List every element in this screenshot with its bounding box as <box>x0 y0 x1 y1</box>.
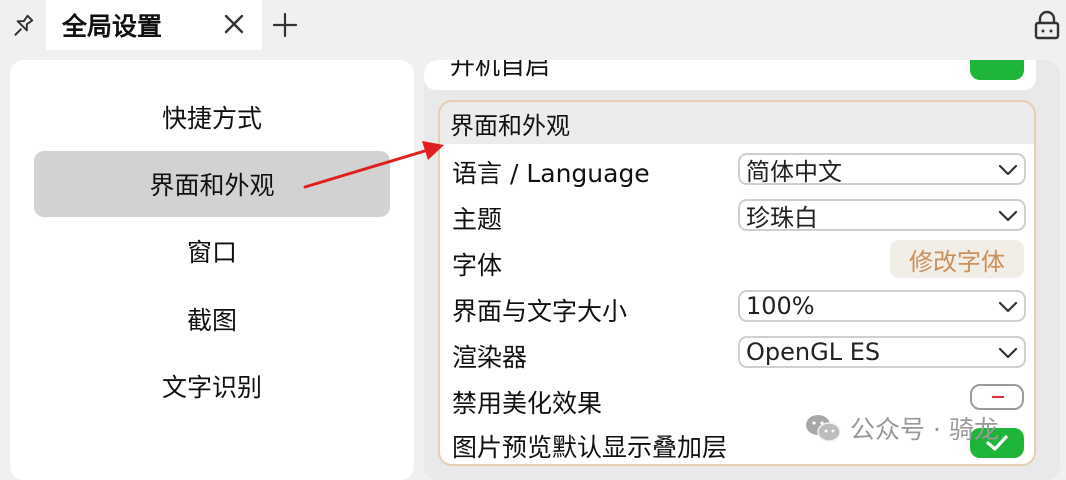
theme-label: 主题 <box>452 205 503 234</box>
sidebar-item-screenshot[interactable]: 截图 <box>34 286 390 352</box>
ui-size-value: 100% <box>746 292 815 320</box>
wechat-icon <box>806 415 841 442</box>
add-tab-button[interactable] <box>268 10 302 40</box>
sidebar-item-window[interactable]: 窗口 <box>34 218 390 284</box>
tab-bar: 全局设置 <box>0 0 1066 50</box>
autostart-row: 开机自启 <box>424 60 1036 90</box>
chevron-down-icon <box>998 164 1018 176</box>
disable-beautify-toggle[interactable] <box>970 384 1024 410</box>
renderer-select[interactable]: OpenGL ES <box>738 336 1026 368</box>
theme-select[interactable]: 珍珠白 <box>738 199 1026 232</box>
lock-icon <box>1034 10 1060 40</box>
chevron-down-icon <box>998 301 1018 313</box>
autostart-label: 开机自启 <box>450 60 551 80</box>
plus-icon <box>272 12 298 38</box>
tab-title: 全局设置 <box>62 12 163 41</box>
language-select[interactable]: 简体中文 <box>738 153 1026 186</box>
theme-value: 珍珠白 <box>746 203 818 232</box>
language-label: 语言 / Language <box>452 159 650 188</box>
tab-close-button[interactable] <box>220 10 248 38</box>
font-label: 字体 <box>452 251 503 280</box>
renderer-label: 渲染器 <box>452 343 528 372</box>
sidebar-item-appearance[interactable]: 界面和外观 <box>34 151 390 217</box>
language-value: 简体中文 <box>746 157 842 186</box>
settings-sidebar: 快捷方式 界面和外观 窗口 截图 文字识别 <box>10 60 414 480</box>
group-title: 界面和外观 <box>450 112 570 140</box>
change-font-button[interactable]: 修改字体 <box>890 240 1024 278</box>
disable-beautify-label: 禁用美化效果 <box>452 389 603 418</box>
preview-overlay-label: 图片预览默认显示叠加层 <box>452 433 728 462</box>
pin-icon <box>14 14 34 36</box>
sidebar-item-shortcuts[interactable]: 快捷方式 <box>34 84 390 150</box>
ui-size-label: 界面与文字大小 <box>452 297 628 326</box>
pin-button[interactable] <box>0 0 46 50</box>
close-icon <box>224 14 244 34</box>
watermark-text: 公众号 · 骑龙 <box>850 415 999 444</box>
chevron-down-icon <box>998 347 1018 359</box>
chevron-down-icon <box>998 210 1018 222</box>
renderer-value: OpenGL ES <box>746 338 881 366</box>
ui-size-select[interactable]: 100% <box>738 290 1026 322</box>
tab-global-settings[interactable]: 全局设置 <box>46 0 262 50</box>
watermark: 公众号 · 骑龙 <box>804 410 999 446</box>
autostart-toggle[interactable] <box>970 60 1024 80</box>
lock-button[interactable] <box>1030 8 1064 42</box>
sidebar-item-ocr[interactable]: 文字识别 <box>34 353 390 419</box>
